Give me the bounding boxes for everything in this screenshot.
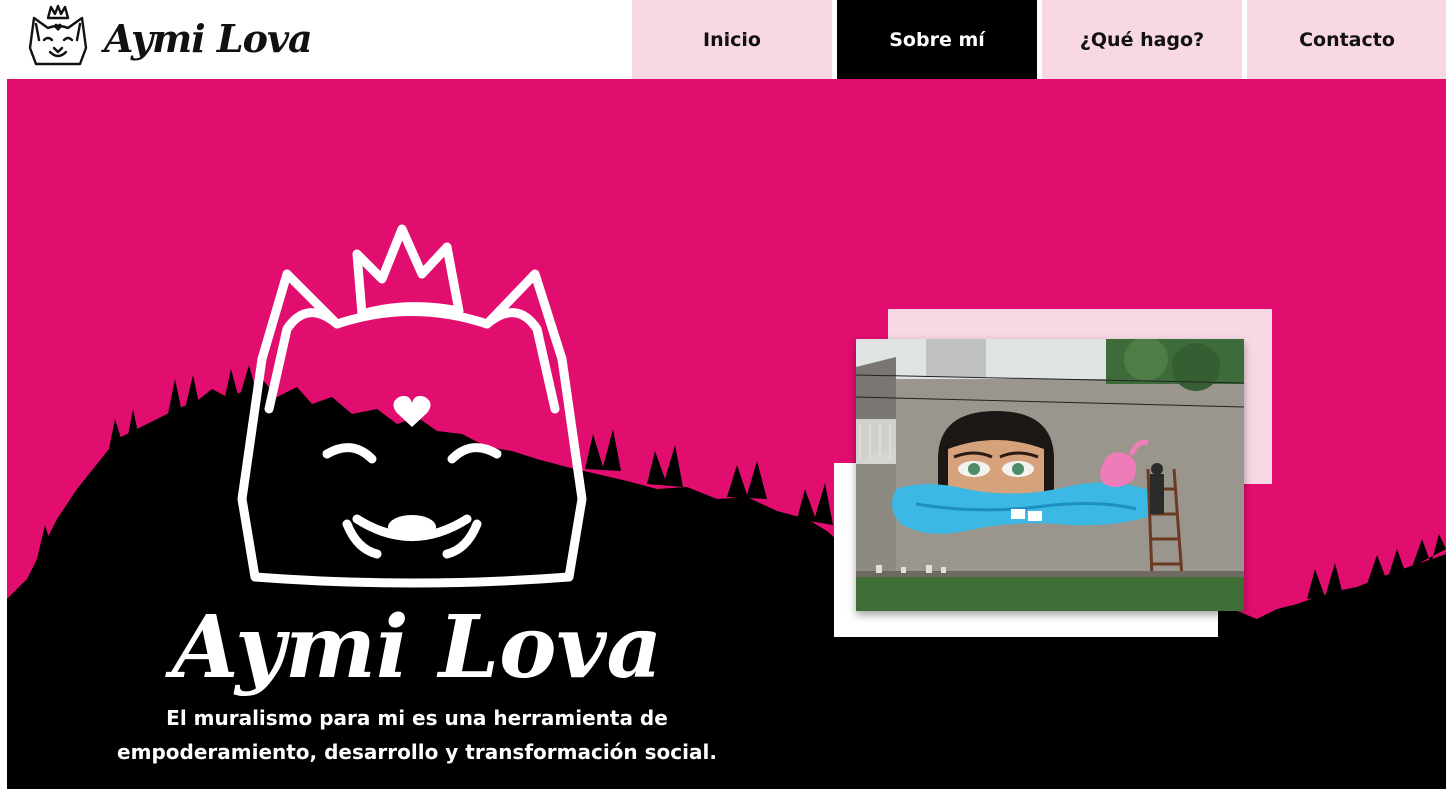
nav-item-que-hago[interactable]: ¿Qué hago?	[1042, 0, 1242, 79]
brand-name: Aymi Lova	[104, 15, 313, 61]
fox-nose	[388, 515, 436, 539]
mural-photo-image	[856, 339, 1244, 611]
nav-item-inicio[interactable]: Inicio	[632, 0, 832, 79]
heart-icon	[393, 395, 431, 427]
tagline-line-1: El muralismo para mi es una herramienta …	[166, 706, 668, 730]
hero-logo-text: Aymi Lova	[165, 597, 662, 698]
mural-photo[interactable]	[856, 339, 1244, 611]
nav-item-contacto[interactable]: Contacto	[1247, 0, 1446, 79]
nav-item-sobre-mi[interactable]: Sobre mí	[837, 0, 1037, 79]
hero-section: Aymi Lova El muralismo para mi es una he…	[7, 79, 1446, 789]
tagline-line-2: empoderamiento, desarrollo y transformac…	[117, 740, 717, 764]
hero-tagline: El muralismo para mi es una herramienta …	[87, 701, 747, 769]
crowned-fox-icon	[28, 4, 88, 66]
site-header: Aymi Lova Inicio Sobre mí ¿Qué hago? Con…	[0, 0, 1446, 79]
brand-logo[interactable]: Aymi Lova	[24, 3, 313, 73]
main-nav: Inicio Sobre mí ¿Qué hago? Contacto	[632, 0, 1446, 79]
